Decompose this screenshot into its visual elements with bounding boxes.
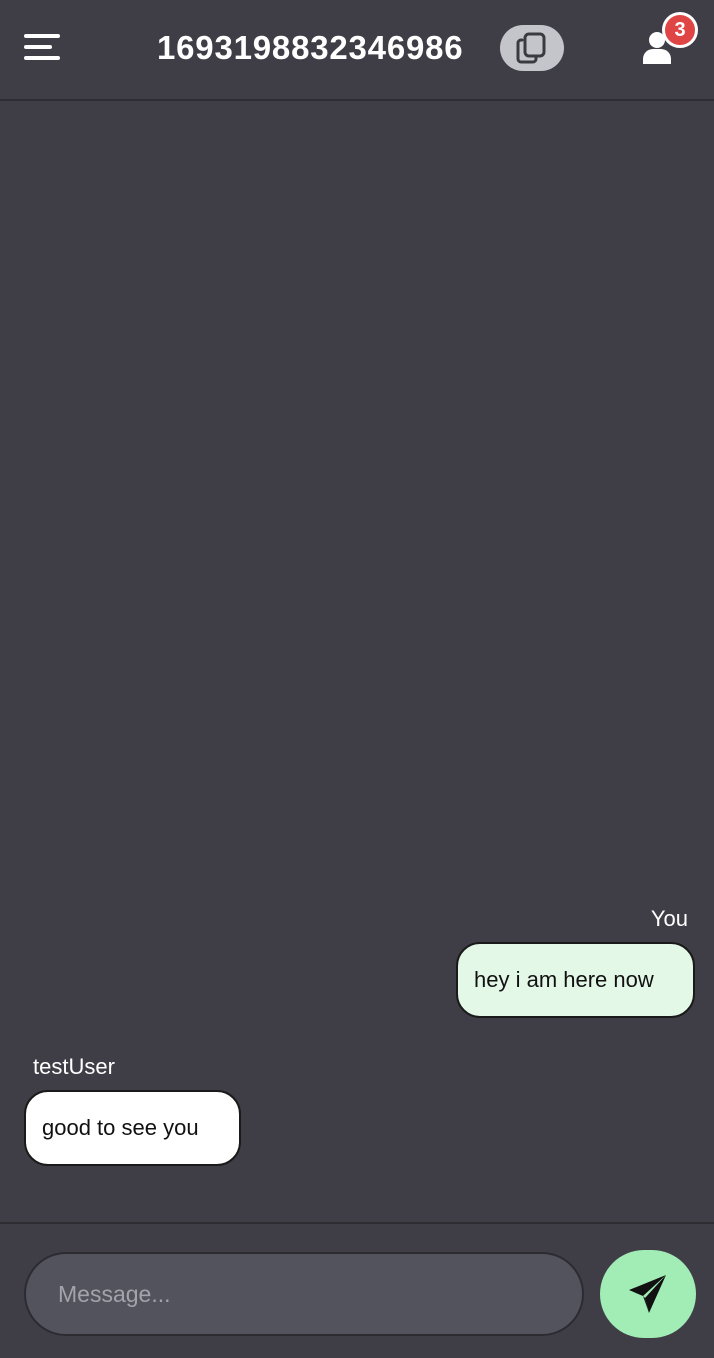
message-input[interactable]: [24, 1252, 584, 1336]
copy-room-id-button[interactable]: [500, 25, 564, 71]
message-bubble-own: hey i am here now: [456, 942, 695, 1018]
room-users-button[interactable]: 3: [636, 12, 700, 70]
chat-app: 1693198832346986 3 You hey i am here now…: [0, 0, 714, 1358]
hamburger-menu-icon[interactable]: [24, 32, 60, 62]
copy-icon: [516, 32, 546, 64]
message-sender-you: You: [650, 906, 688, 931]
chat-header: 1693198832346986 3: [0, 0, 714, 101]
room-id-title: 1693198832346986: [157, 29, 464, 66]
send-button[interactable]: [600, 1250, 696, 1338]
message-composer: [0, 1222, 714, 1358]
message-bubble-received: good to see you: [24, 1090, 241, 1166]
paper-plane-icon: [629, 1275, 666, 1313]
message-sender-other: testUser: [33, 1054, 115, 1079]
user-count-badge: 3: [662, 12, 698, 48]
